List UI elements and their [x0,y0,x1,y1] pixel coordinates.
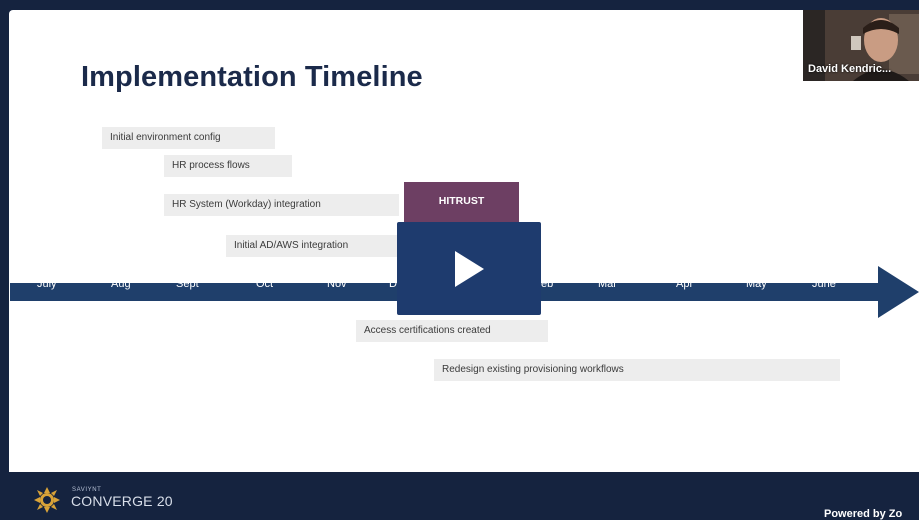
month-label: June [812,278,836,290]
task-bar-hr-process-flows: HR process flows [164,155,292,177]
play-icon [455,250,484,287]
month-label: Oct [256,278,274,290]
month-label: Apr [676,278,694,290]
month-label: July [37,278,57,290]
participant-video-tile[interactable]: David Kendric... [803,10,919,81]
task-label: Access certifications created [364,325,491,336]
task-bar-initial-ad-aws-integration: Initial AD/AWS integration [226,235,398,257]
brand-label: CONVERGE 20 [71,493,173,509]
task-label: Initial AD/AWS integration [234,240,349,251]
month-label: eb [541,278,554,290]
month-label: Sept [176,278,199,290]
powered-by-label: Powered by Zo [824,508,903,520]
task-label: HR process flows [172,160,250,171]
milestone-label: HITRUST [438,195,485,207]
task-label: Initial environment config [110,132,221,143]
month-label: Nov [327,278,347,290]
month-label: Aug [111,278,131,290]
play-button[interactable] [397,222,541,315]
month-label: Mar [598,278,617,290]
participant-name: David Kendric... [808,63,892,75]
task-bar-initial-environment-config: Initial environment config [102,127,275,149]
sun-gear-icon [34,487,60,513]
slide-title: Implementation Timeline [81,61,423,93]
month-label: May [746,278,767,290]
task-label: Redesign existing provisioning workflows [442,364,624,375]
task-bar-hr-system-integration: HR System (Workday) integration [164,194,399,216]
task-bar-redesign-provisioning: Redesign existing provisioning workflows [434,359,840,381]
month-label: D [389,278,397,290]
task-label: HR System (Workday) integration [172,199,321,210]
